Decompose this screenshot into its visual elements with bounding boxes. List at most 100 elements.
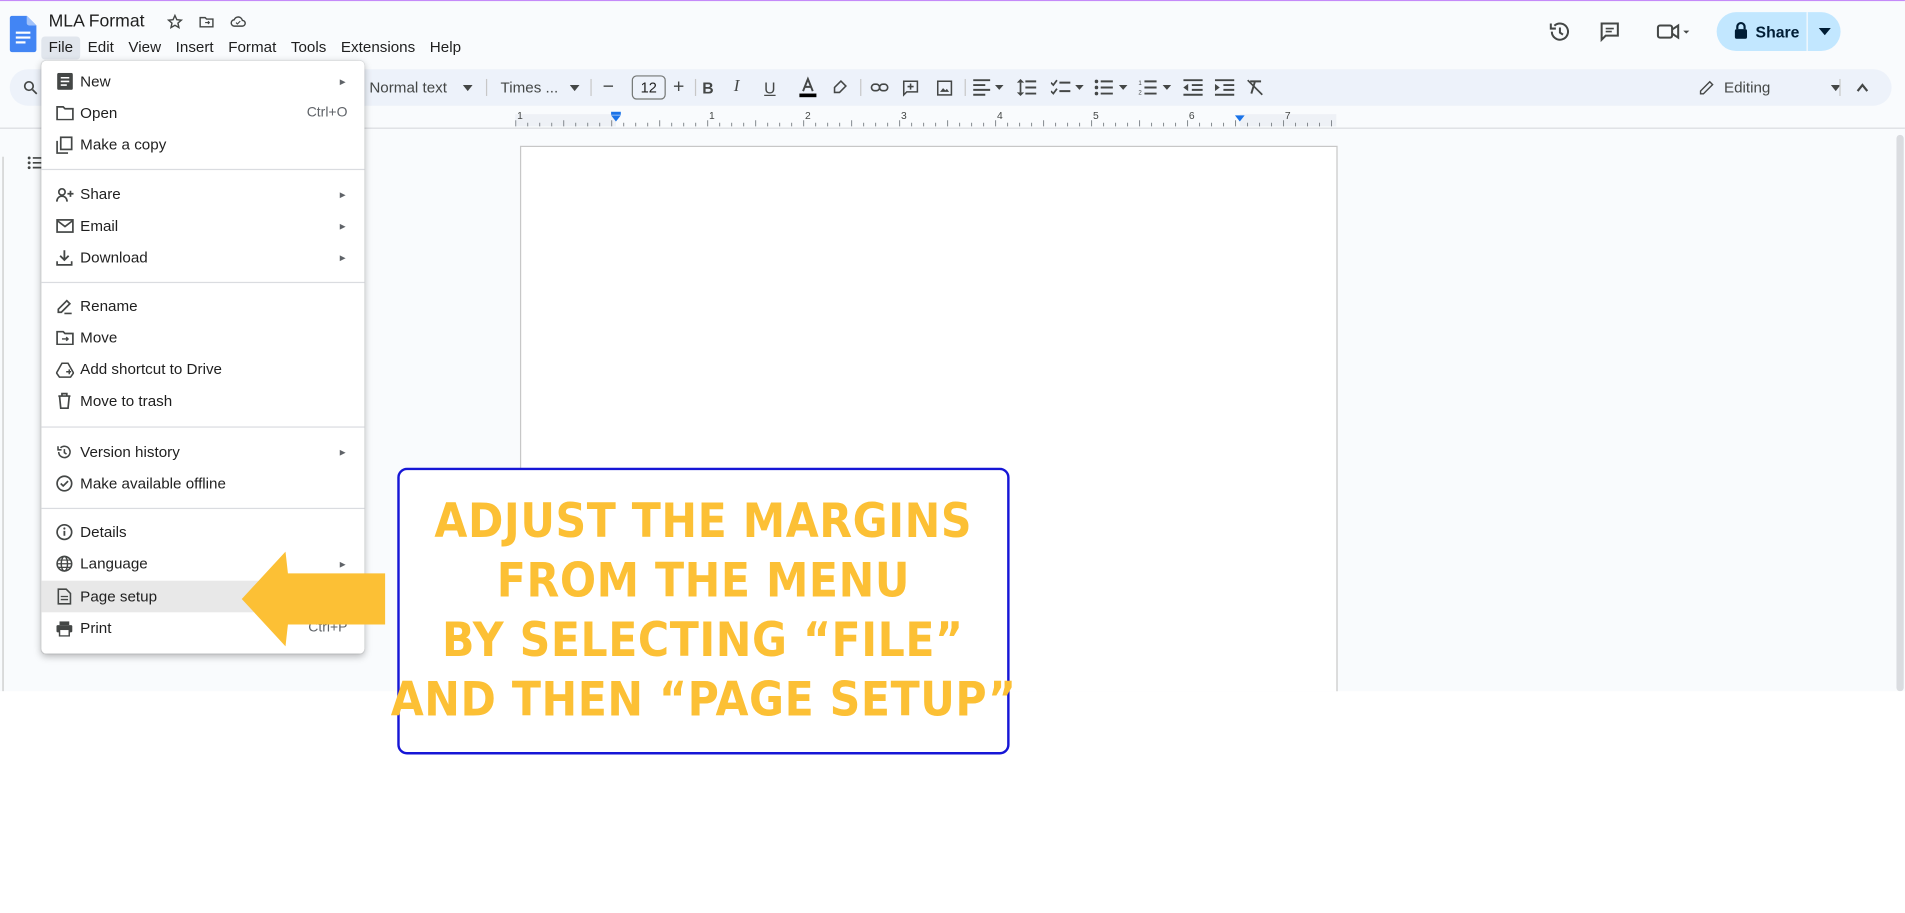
menu-item-label: Move [80, 329, 118, 347]
meet-icon[interactable] [1652, 21, 1696, 43]
add-comment-icon[interactable] [901, 69, 919, 105]
move-folder-icon[interactable] [198, 13, 215, 30]
menu-item-version-history[interactable]: Version history ► [41, 436, 364, 468]
ruler[interactable]: 1 1 2 3 4 5 6 7 [515, 109, 1337, 128]
menu-extensions[interactable]: Extensions [334, 36, 423, 59]
vertical-scrollbar[interactable] [1894, 134, 1904, 692]
editing-mode-select[interactable]: Editing [1698, 69, 1841, 105]
link-icon[interactable] [870, 69, 889, 105]
submenu-arrow-icon: ► [337, 188, 348, 200]
italic-icon[interactable]: I [734, 69, 740, 105]
menu-format[interactable]: Format [221, 36, 284, 59]
menu-help[interactable]: Help [423, 36, 469, 59]
increase-font-size-button[interactable]: + [673, 69, 684, 105]
menu-item-label: New [80, 72, 111, 90]
globe-icon [55, 554, 74, 573]
menu-item-make-available-offline[interactable]: Make available offline [41, 468, 364, 500]
svg-text:1: 1 [1138, 81, 1142, 87]
font-select[interactable]: Times ... [501, 69, 581, 105]
menu-item-move-to-trash[interactable]: Move to trash [41, 385, 364, 417]
align-icon[interactable] [973, 69, 1005, 105]
menu-item-label: Rename [80, 297, 138, 315]
folder-icon [55, 103, 74, 122]
font-label: Times ... [500, 78, 559, 96]
menu-separator [41, 507, 365, 510]
share-dropdown-icon[interactable] [1808, 27, 1841, 36]
menu-item-label: Make a copy [80, 136, 167, 154]
search-menus-icon[interactable] [22, 69, 39, 105]
insert-image-icon[interactable] [935, 69, 953, 105]
menu-item-label: Make available offline [80, 475, 226, 493]
drive-shortcut-icon [55, 360, 74, 379]
offline-icon [55, 474, 74, 493]
ruler-number: 1 [709, 111, 715, 122]
cloud-status-icon[interactable] [230, 13, 247, 30]
checklist-icon[interactable] [1050, 69, 1085, 105]
menu-item-label: Move to trash [80, 392, 173, 410]
menu-item-email[interactable]: Email ► [41, 210, 364, 242]
menu-item-label: Language [80, 555, 148, 573]
text-color-icon[interactable] [797, 69, 819, 105]
star-icon[interactable] [166, 13, 184, 30]
callout-line: Adjust the margins [434, 494, 973, 550]
menu-insert[interactable]: Insert [168, 36, 221, 59]
menu-item-make-a-copy[interactable]: Make a copy [41, 129, 364, 161]
info-icon [55, 522, 74, 541]
menu-file[interactable]: File [41, 36, 81, 60]
menu-item-label: Add shortcut to Drive [80, 360, 222, 378]
highlight-icon[interactable] [831, 69, 848, 105]
rename-icon [55, 296, 74, 315]
vertical-ruler [0, 156, 4, 692]
ruler-number: 6 [1189, 111, 1195, 122]
ruler-number: 4 [997, 111, 1003, 122]
menu-item-new[interactable]: New ► [41, 66, 364, 98]
callout-line: and then “Page setup” [390, 673, 1017, 728]
menu-item-move[interactable]: Move [41, 322, 364, 354]
share-button[interactable]: Share [1716, 12, 1841, 52]
numbered-list-icon[interactable]: 12 [1138, 69, 1172, 105]
menu-item-open[interactable]: Open Ctrl+O [41, 97, 364, 129]
bulleted-list-icon[interactable] [1094, 69, 1129, 105]
pencil-icon [1699, 80, 1714, 95]
menu-item-share[interactable]: Share ► [41, 179, 364, 211]
font-size-input[interactable]: 12 [631, 75, 666, 100]
mail-icon [55, 216, 74, 235]
menu-item-label: Version history [80, 443, 180, 461]
increase-indent-icon[interactable] [1214, 69, 1235, 105]
line-spacing-icon[interactable] [1016, 69, 1037, 105]
menu-edit[interactable]: Edit [80, 36, 121, 59]
decrease-indent-icon[interactable] [1183, 69, 1203, 105]
menu-shortcut: Ctrl+O [306, 105, 348, 121]
decrease-font-size-button[interactable]: − [603, 69, 614, 105]
menu-item-label: Open [80, 104, 118, 122]
style-select[interactable]: Normal text [369, 69, 473, 105]
instruction-callout: Adjust the margins from the menu by sele… [391, 467, 1016, 755]
comments-icon[interactable] [1598, 21, 1622, 43]
submenu-arrow-icon: ► [337, 220, 348, 232]
doc-icon [55, 72, 74, 91]
menu-view[interactable]: View [121, 36, 168, 59]
clear-formatting-icon[interactable] [1246, 69, 1263, 105]
docs-logo-icon[interactable] [9, 15, 37, 53]
menu-item-rename[interactable]: Rename [41, 290, 364, 322]
print-icon [55, 618, 74, 637]
submenu-arrow-icon: ► [337, 252, 348, 264]
version-history-icon[interactable] [1548, 21, 1572, 43]
editing-mode-label: Editing [1723, 78, 1771, 96]
document-title[interactable]: MLA Format [49, 12, 145, 31]
share-label: Share [1755, 22, 1800, 41]
menu-item-add-shortcut-to-drive[interactable]: Add shortcut to Drive [41, 354, 364, 386]
trash-icon [55, 391, 74, 410]
svg-text:2: 2 [1138, 91, 1142, 96]
underline-icon[interactable]: U [764, 69, 775, 105]
hide-menus-chevron-up-icon[interactable] [1856, 69, 1869, 105]
menu-tools[interactable]: Tools [284, 36, 334, 59]
menu-item-details[interactable]: Details [41, 516, 364, 548]
first-line-indent-marker[interactable] [611, 111, 621, 115]
menu-item-download[interactable]: Download ► [41, 242, 364, 274]
menu-item-label: Download [80, 249, 148, 267]
menu-item-label: Share [80, 185, 121, 203]
ruler-number: 1 [517, 111, 523, 122]
ruler-number: 3 [901, 111, 907, 122]
bold-icon[interactable]: B [702, 69, 713, 105]
